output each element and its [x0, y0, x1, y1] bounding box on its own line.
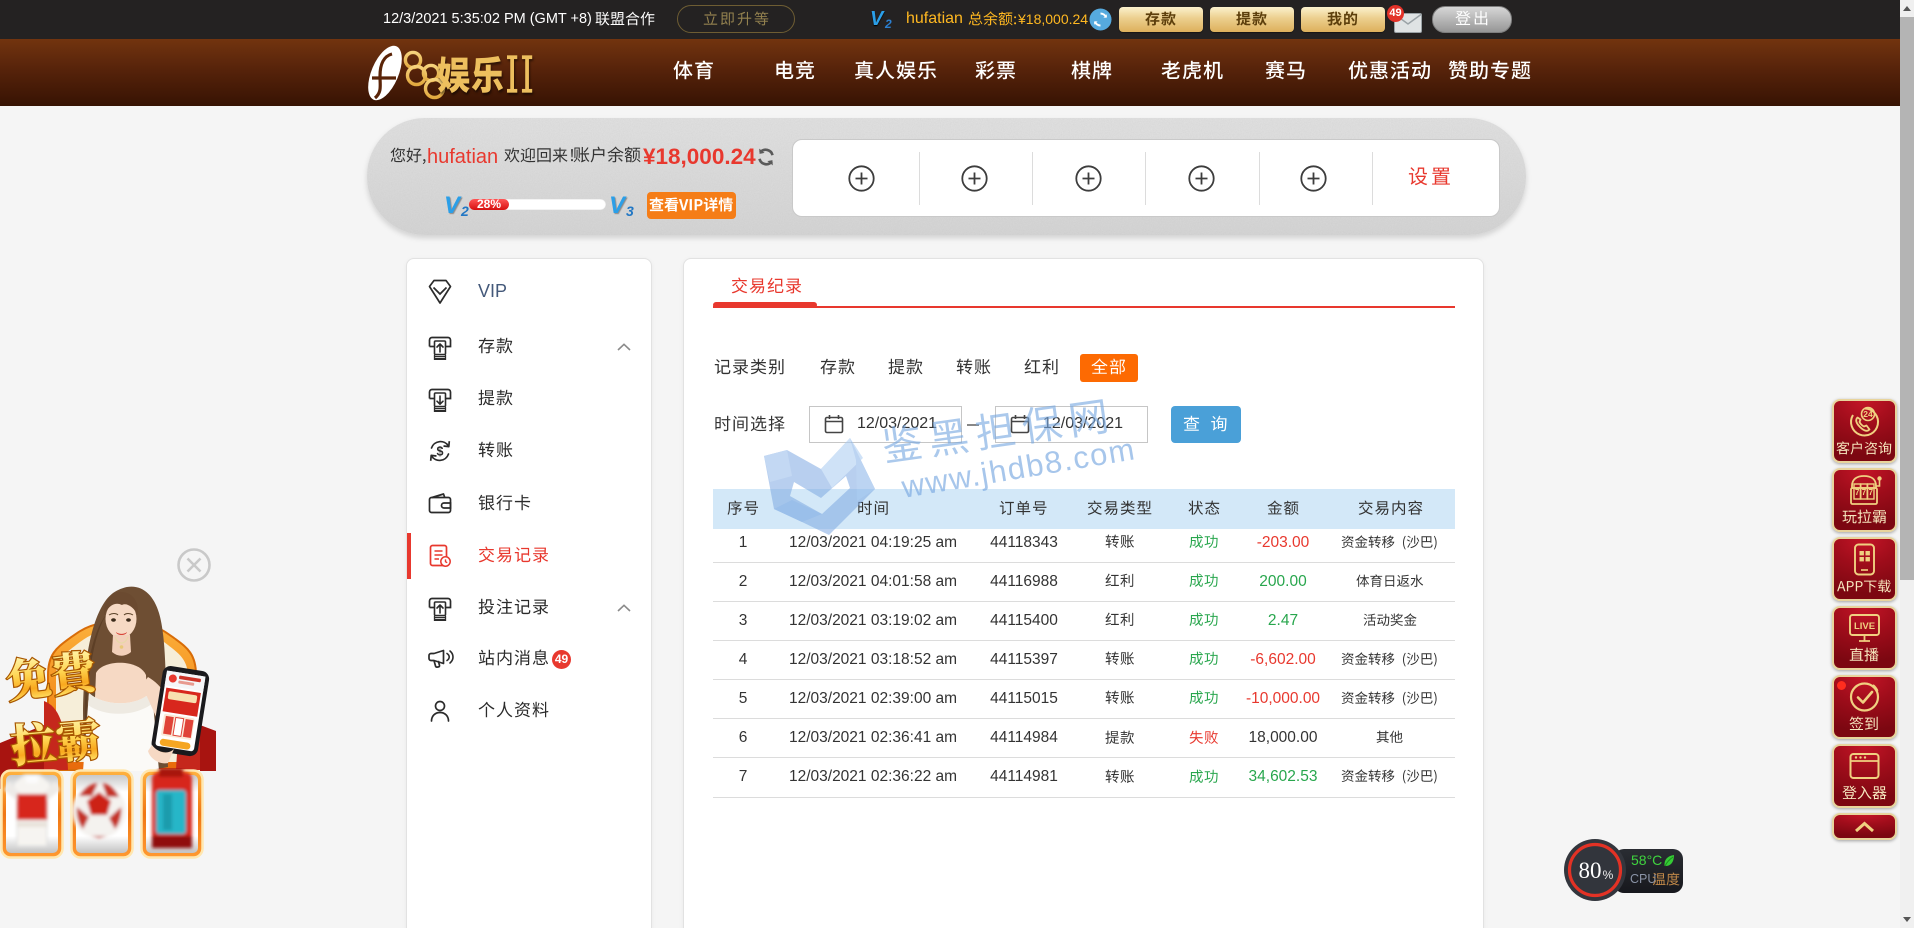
svg-text:7: 7 — [1862, 488, 1867, 497]
svg-text:LIVE: LIVE — [1854, 621, 1875, 632]
svg-text:7: 7 — [1869, 488, 1874, 497]
svg-text:80: 80 — [1579, 858, 1602, 883]
svg-text:24: 24 — [1863, 409, 1873, 419]
svg-text:$: $ — [437, 445, 444, 459]
svg-text:%: % — [1603, 868, 1614, 882]
svg-text:7: 7 — [1855, 488, 1860, 497]
